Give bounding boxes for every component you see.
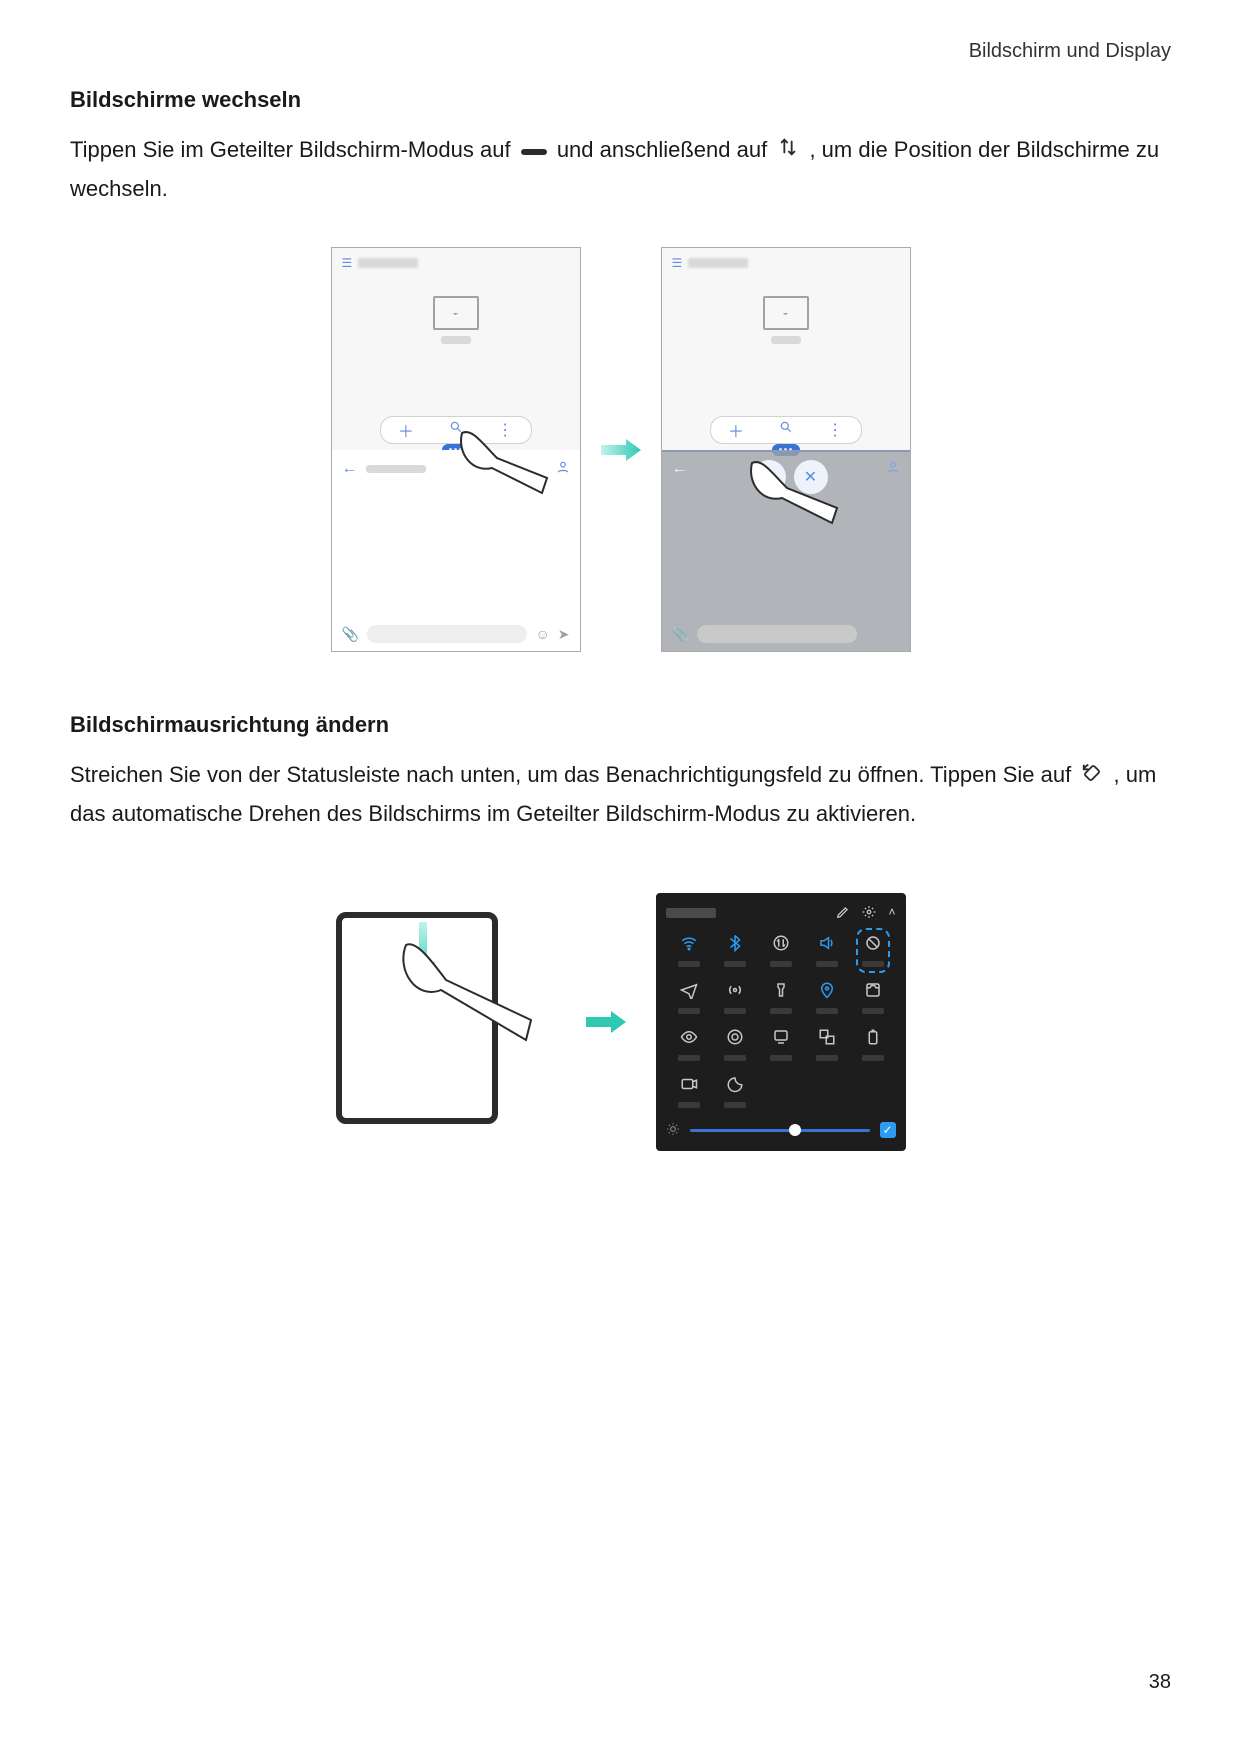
phone-before: ☰ ＋ ⋮ ←	[331, 247, 581, 652]
settings-icon[interactable]	[862, 905, 876, 922]
eye-comfort-icon[interactable]	[678, 1028, 700, 1061]
wifi-icon[interactable]	[678, 934, 700, 967]
illustration-auto-rotate: ˄ ✓	[70, 893, 1171, 1151]
tile-label-blur	[862, 1055, 884, 1061]
emoji-icon[interactable]: ☺	[865, 626, 879, 642]
edit-icon[interactable]	[836, 905, 850, 922]
tile-label-blur	[862, 1008, 884, 1014]
multiwindow-icon[interactable]	[816, 1028, 838, 1061]
illustration-switch-screens: ☰ ＋ ⋮ ←	[70, 247, 1171, 652]
tile-label-blur	[724, 1055, 746, 1061]
tile-label-blur	[678, 1102, 700, 1108]
tile-label-blur	[678, 1055, 700, 1061]
hotspot-icon[interactable]	[724, 981, 746, 1014]
back-icon[interactable]: ←	[342, 460, 358, 478]
phone-after: ☰ ＋ ⋮ ←	[661, 247, 911, 652]
quick-settings-panel: ˄ ✓	[656, 893, 906, 1151]
more-icon[interactable]: ⋮	[827, 420, 843, 440]
tile-label-blur	[862, 961, 884, 967]
menu-icon: ☰	[342, 256, 353, 270]
cast-icon[interactable]	[770, 1028, 792, 1061]
paragraph-switch-screens: Tippen Sie im Geteilter Bildschirm-Modus…	[70, 131, 1171, 207]
battery-icon[interactable]	[862, 1028, 884, 1061]
brightness-icon	[666, 1122, 680, 1139]
add-icon[interactable]: ＋	[398, 418, 414, 442]
message-input[interactable]	[367, 625, 528, 643]
swap-toggle-icon[interactable]	[770, 934, 792, 967]
app-title-blur	[358, 258, 418, 268]
search-icon[interactable]	[779, 420, 793, 439]
finger-pointer	[742, 453, 842, 533]
app-title-blur	[688, 258, 748, 268]
tile-label-blur	[724, 1102, 746, 1108]
page-number: 38	[1149, 1671, 1171, 1694]
back-icon[interactable]: ←	[672, 460, 688, 478]
mail-icon	[763, 296, 809, 330]
message-input[interactable]	[697, 625, 858, 643]
tile-label-blur	[770, 1008, 792, 1014]
tile-label-blur	[678, 1008, 700, 1014]
action-pill: ＋ ⋮	[710, 416, 862, 444]
text: Streichen Sie von der Statusleiste nach …	[70, 762, 1077, 787]
tile-label-blur	[816, 961, 838, 967]
add-icon[interactable]: ＋	[728, 418, 744, 442]
heading-change-orientation: Bildschirmausrichtung ändern	[70, 712, 1171, 738]
auto-rotate-icon	[1081, 758, 1103, 795]
send-icon[interactable]: ➤	[558, 626, 570, 643]
profile-icon[interactable]	[556, 460, 570, 479]
tile-label-blur	[770, 1055, 792, 1061]
menu-icon: ☰	[672, 256, 683, 270]
bluetooth-icon[interactable]	[724, 934, 746, 967]
collapse-icon[interactable]: ˄	[888, 905, 895, 922]
auto-brightness-toggle[interactable]: ✓	[880, 1122, 896, 1138]
screen-record-icon[interactable]	[678, 1075, 700, 1108]
tile-label-blur	[816, 1055, 838, 1061]
send-icon[interactable]: ➤	[888, 626, 900, 643]
profile-icon[interactable]	[886, 460, 900, 479]
finger-pointer	[386, 930, 536, 1070]
text: und anschließend auf	[557, 137, 774, 162]
breadcrumb: Bildschirm und Display	[70, 40, 1171, 63]
tile-label-blur	[816, 1008, 838, 1014]
brightness-slider[interactable]	[690, 1129, 870, 1132]
tile-label-blur	[770, 961, 792, 967]
heading-switch-screens: Bildschirme wechseln	[70, 87, 1171, 113]
screenshot-icon[interactable]	[862, 981, 884, 1014]
title-blur	[366, 465, 426, 473]
mail-icon	[433, 296, 479, 330]
airplane-icon[interactable]	[678, 981, 700, 1014]
dnd-icon[interactable]	[724, 1075, 746, 1108]
mail-label-blur	[441, 336, 471, 344]
auto-rotate-icon[interactable]	[862, 934, 884, 967]
location-icon[interactable]	[816, 981, 838, 1014]
tile-label-blur	[678, 961, 700, 967]
arrow-right-icon	[601, 435, 641, 465]
mail-label-blur	[771, 336, 801, 344]
attach-icon[interactable]: 📎	[342, 626, 359, 643]
tile-label-blur	[724, 1008, 746, 1014]
swap-icon	[777, 132, 799, 169]
arrow-right-icon	[586, 1007, 626, 1037]
tile-label-blur	[724, 961, 746, 967]
page: Bildschirm und Display Bildschirme wechs…	[0, 0, 1241, 1754]
sound-icon[interactable]	[816, 934, 838, 967]
flashlight-icon[interactable]	[770, 981, 792, 1014]
attach-icon[interactable]: 📎	[672, 626, 689, 643]
paragraph-change-orientation: Streichen Sie von der Statusleiste nach …	[70, 756, 1171, 832]
finger-pointer	[452, 423, 552, 503]
split-handle-icon	[521, 132, 547, 169]
text: Tippen Sie im Geteilter Bildschirm-Modus…	[70, 137, 517, 162]
emoji-icon[interactable]: ☺	[535, 626, 549, 642]
date-blur	[666, 908, 716, 918]
quick-settings-grid	[666, 934, 896, 1108]
nfc-icon[interactable]	[724, 1028, 746, 1061]
